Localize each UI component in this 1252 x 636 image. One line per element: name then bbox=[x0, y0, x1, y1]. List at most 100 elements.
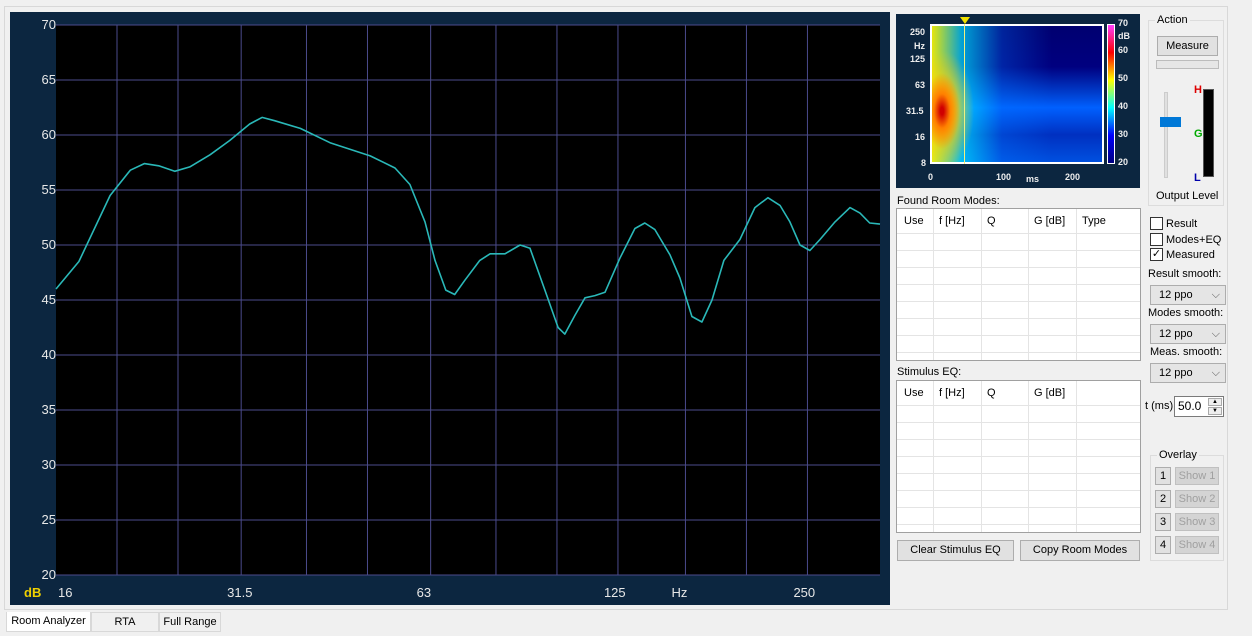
spec-xtick: 0 bbox=[928, 172, 934, 182]
col-q: Q bbox=[987, 387, 996, 399]
copy-room-modes-button[interactable]: Copy Room Modes bbox=[1020, 540, 1140, 561]
meas-smooth-select[interactable]: 12 ppo ⌵ bbox=[1150, 363, 1226, 383]
output-level-label: Output Level bbox=[1156, 190, 1219, 202]
stimulus-eq-table[interactable]: Use f [Hz] Q G [dB] bbox=[896, 380, 1141, 533]
checkbox-label: Measured bbox=[1166, 248, 1215, 261]
db-axis-label: dB bbox=[24, 585, 42, 600]
frequency-response-chart: 20 25 30 35 40 45 50 55 60 65 70 16 31.5 63 125 Hz 250 d… bbox=[10, 12, 890, 605]
t-ms-spinbox[interactable]: 50.0 ▲ ▼ bbox=[1174, 396, 1224, 417]
check-icon[interactable]: ✓ bbox=[1150, 248, 1163, 261]
select-value: 12 ppo bbox=[1159, 367, 1193, 379]
overlay-show-button[interactable]: Show 4 bbox=[1175, 536, 1219, 554]
time-cursor-marker-icon[interactable] bbox=[960, 17, 970, 24]
stimulus-eq-title: Stimulus EQ: bbox=[897, 366, 962, 378]
spec-xtick: 200 bbox=[1065, 172, 1081, 182]
spec-ytick: 8 bbox=[921, 158, 927, 168]
output-level-slider-track[interactable] bbox=[1164, 92, 1168, 178]
checkbox-box[interactable] bbox=[1150, 217, 1163, 230]
col-gain: G [dB] bbox=[1034, 387, 1066, 399]
result-smooth-label: Result smooth: bbox=[1148, 268, 1222, 280]
x-tick-label: 31.5 bbox=[227, 585, 253, 600]
select-value: 12 ppo bbox=[1159, 289, 1193, 301]
col-freq: f [Hz] bbox=[939, 215, 965, 227]
measure-button[interactable]: Measure bbox=[1157, 36, 1218, 56]
overlay-slot-button[interactable]: 4 bbox=[1155, 536, 1171, 554]
col-use: Use bbox=[904, 387, 924, 399]
room-modes-table[interactable]: Use f [Hz] Q G [dB] Type bbox=[896, 208, 1141, 361]
spec-ytick: 250 bbox=[910, 27, 926, 37]
chart-svg bbox=[55, 24, 881, 576]
spec-ytick: 16 bbox=[915, 132, 926, 142]
modes-smooth-label: Modes smooth: bbox=[1148, 307, 1224, 319]
spectrogram-image bbox=[930, 24, 1104, 164]
chevron-down-icon: ⌵ bbox=[1211, 367, 1220, 379]
spec-ytick: 63 bbox=[915, 80, 926, 90]
t-ms-value[interactable]: 50.0 bbox=[1178, 399, 1201, 413]
overlay-title: Overlay bbox=[1157, 449, 1199, 461]
spin-up-icon[interactable]: ▲ bbox=[1208, 398, 1222, 406]
y-tick-label: 30 bbox=[41, 457, 56, 472]
modes-smooth-select[interactable]: 12 ppo ⌵ bbox=[1150, 324, 1226, 344]
x-tick-label: Hz bbox=[671, 585, 688, 600]
overlay-show-button[interactable]: Show 1 bbox=[1175, 467, 1219, 485]
spectrogram: 250 Hz 125 63 31.5 16 8 0 100 ms 200 70 … bbox=[896, 14, 1140, 188]
y-tick-label: 35 bbox=[41, 402, 56, 417]
overlay-slot-button[interactable]: 2 bbox=[1155, 490, 1171, 508]
x-tick-label: 16 bbox=[58, 585, 73, 600]
select-value: 12 ppo bbox=[1159, 328, 1193, 340]
checkbox-label: Modes+EQ bbox=[1166, 233, 1222, 246]
output-level-meter bbox=[1203, 89, 1214, 177]
y-tick-label: 20 bbox=[41, 567, 56, 582]
y-tick-label: 55 bbox=[41, 182, 56, 197]
measure-progress-bar bbox=[1156, 60, 1219, 69]
y-tick-label: 50 bbox=[41, 237, 56, 252]
scale-tick: 50 bbox=[1118, 73, 1129, 83]
color-scale-bar bbox=[1107, 24, 1115, 164]
overlay-slot-button[interactable]: 1 bbox=[1155, 467, 1171, 485]
scale-tick: 40 bbox=[1118, 101, 1129, 111]
output-level-slider-thumb[interactable] bbox=[1160, 117, 1181, 127]
y-tick-label: 70 bbox=[41, 17, 56, 32]
overlay-show-button[interactable]: Show 2 bbox=[1175, 490, 1219, 508]
tab-rta[interactable]: RTA bbox=[91, 612, 159, 632]
modes-eq-checkbox[interactable]: Modes+EQ bbox=[1150, 233, 1221, 246]
spec-yunit: Hz bbox=[914, 41, 925, 51]
chevron-down-icon: ⌵ bbox=[1211, 328, 1220, 340]
col-freq: f [Hz] bbox=[939, 387, 965, 399]
x-tick-label: 250 bbox=[793, 585, 816, 600]
clear-stimulus-eq-button[interactable]: Clear Stimulus EQ bbox=[897, 540, 1014, 561]
spec-ytick: 125 bbox=[910, 54, 926, 64]
meas-smooth-label: Meas. smooth: bbox=[1150, 346, 1223, 358]
level-low-label: L bbox=[1194, 172, 1201, 184]
level-good-label: G bbox=[1194, 128, 1203, 140]
scale-tick: 70 bbox=[1118, 18, 1129, 28]
t-ms-label: t (ms) bbox=[1145, 400, 1174, 412]
result-checkbox[interactable]: Result bbox=[1150, 217, 1197, 230]
tab-room-analyzer[interactable]: Room Analyzer bbox=[6, 612, 91, 632]
col-q: Q bbox=[987, 215, 996, 227]
spec-xtick: 100 bbox=[996, 172, 1012, 182]
scale-tick: 60 bbox=[1118, 45, 1129, 55]
chevron-down-icon: ⌵ bbox=[1211, 289, 1220, 301]
overlay-slot-button[interactable]: 3 bbox=[1155, 513, 1171, 531]
scale-unit: dB bbox=[1118, 31, 1130, 41]
y-tick-label: 25 bbox=[41, 512, 56, 527]
tab-full-range[interactable]: Full Range bbox=[159, 612, 221, 632]
checkbox-box[interactable] bbox=[1150, 233, 1163, 246]
col-gain: G [dB] bbox=[1034, 215, 1066, 227]
y-tick-label: 60 bbox=[41, 127, 56, 142]
measured-checkbox[interactable]: ✓ Measured bbox=[1150, 248, 1215, 261]
time-cursor[interactable] bbox=[964, 24, 965, 164]
col-use: Use bbox=[904, 215, 924, 227]
result-smooth-select[interactable]: 12 ppo ⌵ bbox=[1150, 285, 1226, 305]
overlay-show-button[interactable]: Show 3 bbox=[1175, 513, 1219, 531]
spec-xunit: ms bbox=[1026, 174, 1040, 184]
checkbox-label: Result bbox=[1166, 217, 1198, 230]
x-tick-label: 125 bbox=[603, 585, 626, 600]
spec-ytick: 31.5 bbox=[906, 106, 924, 116]
y-tick-label: 65 bbox=[41, 72, 56, 87]
y-tick-label: 45 bbox=[41, 292, 56, 307]
scale-tick: 30 bbox=[1118, 129, 1129, 139]
level-high-label: H bbox=[1194, 84, 1202, 96]
spin-down-icon[interactable]: ▼ bbox=[1208, 407, 1222, 415]
